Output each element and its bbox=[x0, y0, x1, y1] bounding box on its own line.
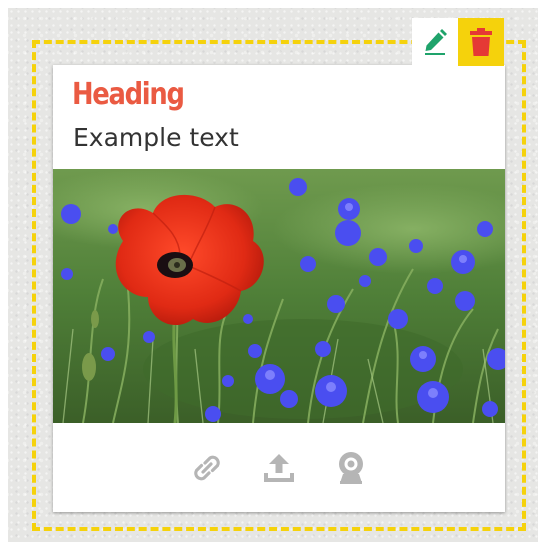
upload-button[interactable] bbox=[255, 444, 303, 492]
webcam-icon bbox=[339, 451, 363, 484]
edit-button[interactable] bbox=[412, 18, 458, 66]
delete-button[interactable] bbox=[458, 18, 504, 66]
trash-icon bbox=[470, 28, 492, 56]
pencil-icon bbox=[425, 29, 447, 55]
upload-icon bbox=[264, 453, 294, 482]
link-icon bbox=[194, 455, 220, 480]
card-heading[interactable]: Heading bbox=[72, 77, 185, 112]
image-card[interactable]: Heading Example text bbox=[53, 65, 505, 512]
link-button[interactable] bbox=[183, 444, 231, 492]
card-actions bbox=[53, 423, 505, 512]
card-image[interactable] bbox=[53, 169, 505, 423]
element-toolbar bbox=[412, 18, 504, 66]
card-text[interactable]: Example text bbox=[73, 123, 239, 152]
webcam-button[interactable] bbox=[327, 444, 375, 492]
